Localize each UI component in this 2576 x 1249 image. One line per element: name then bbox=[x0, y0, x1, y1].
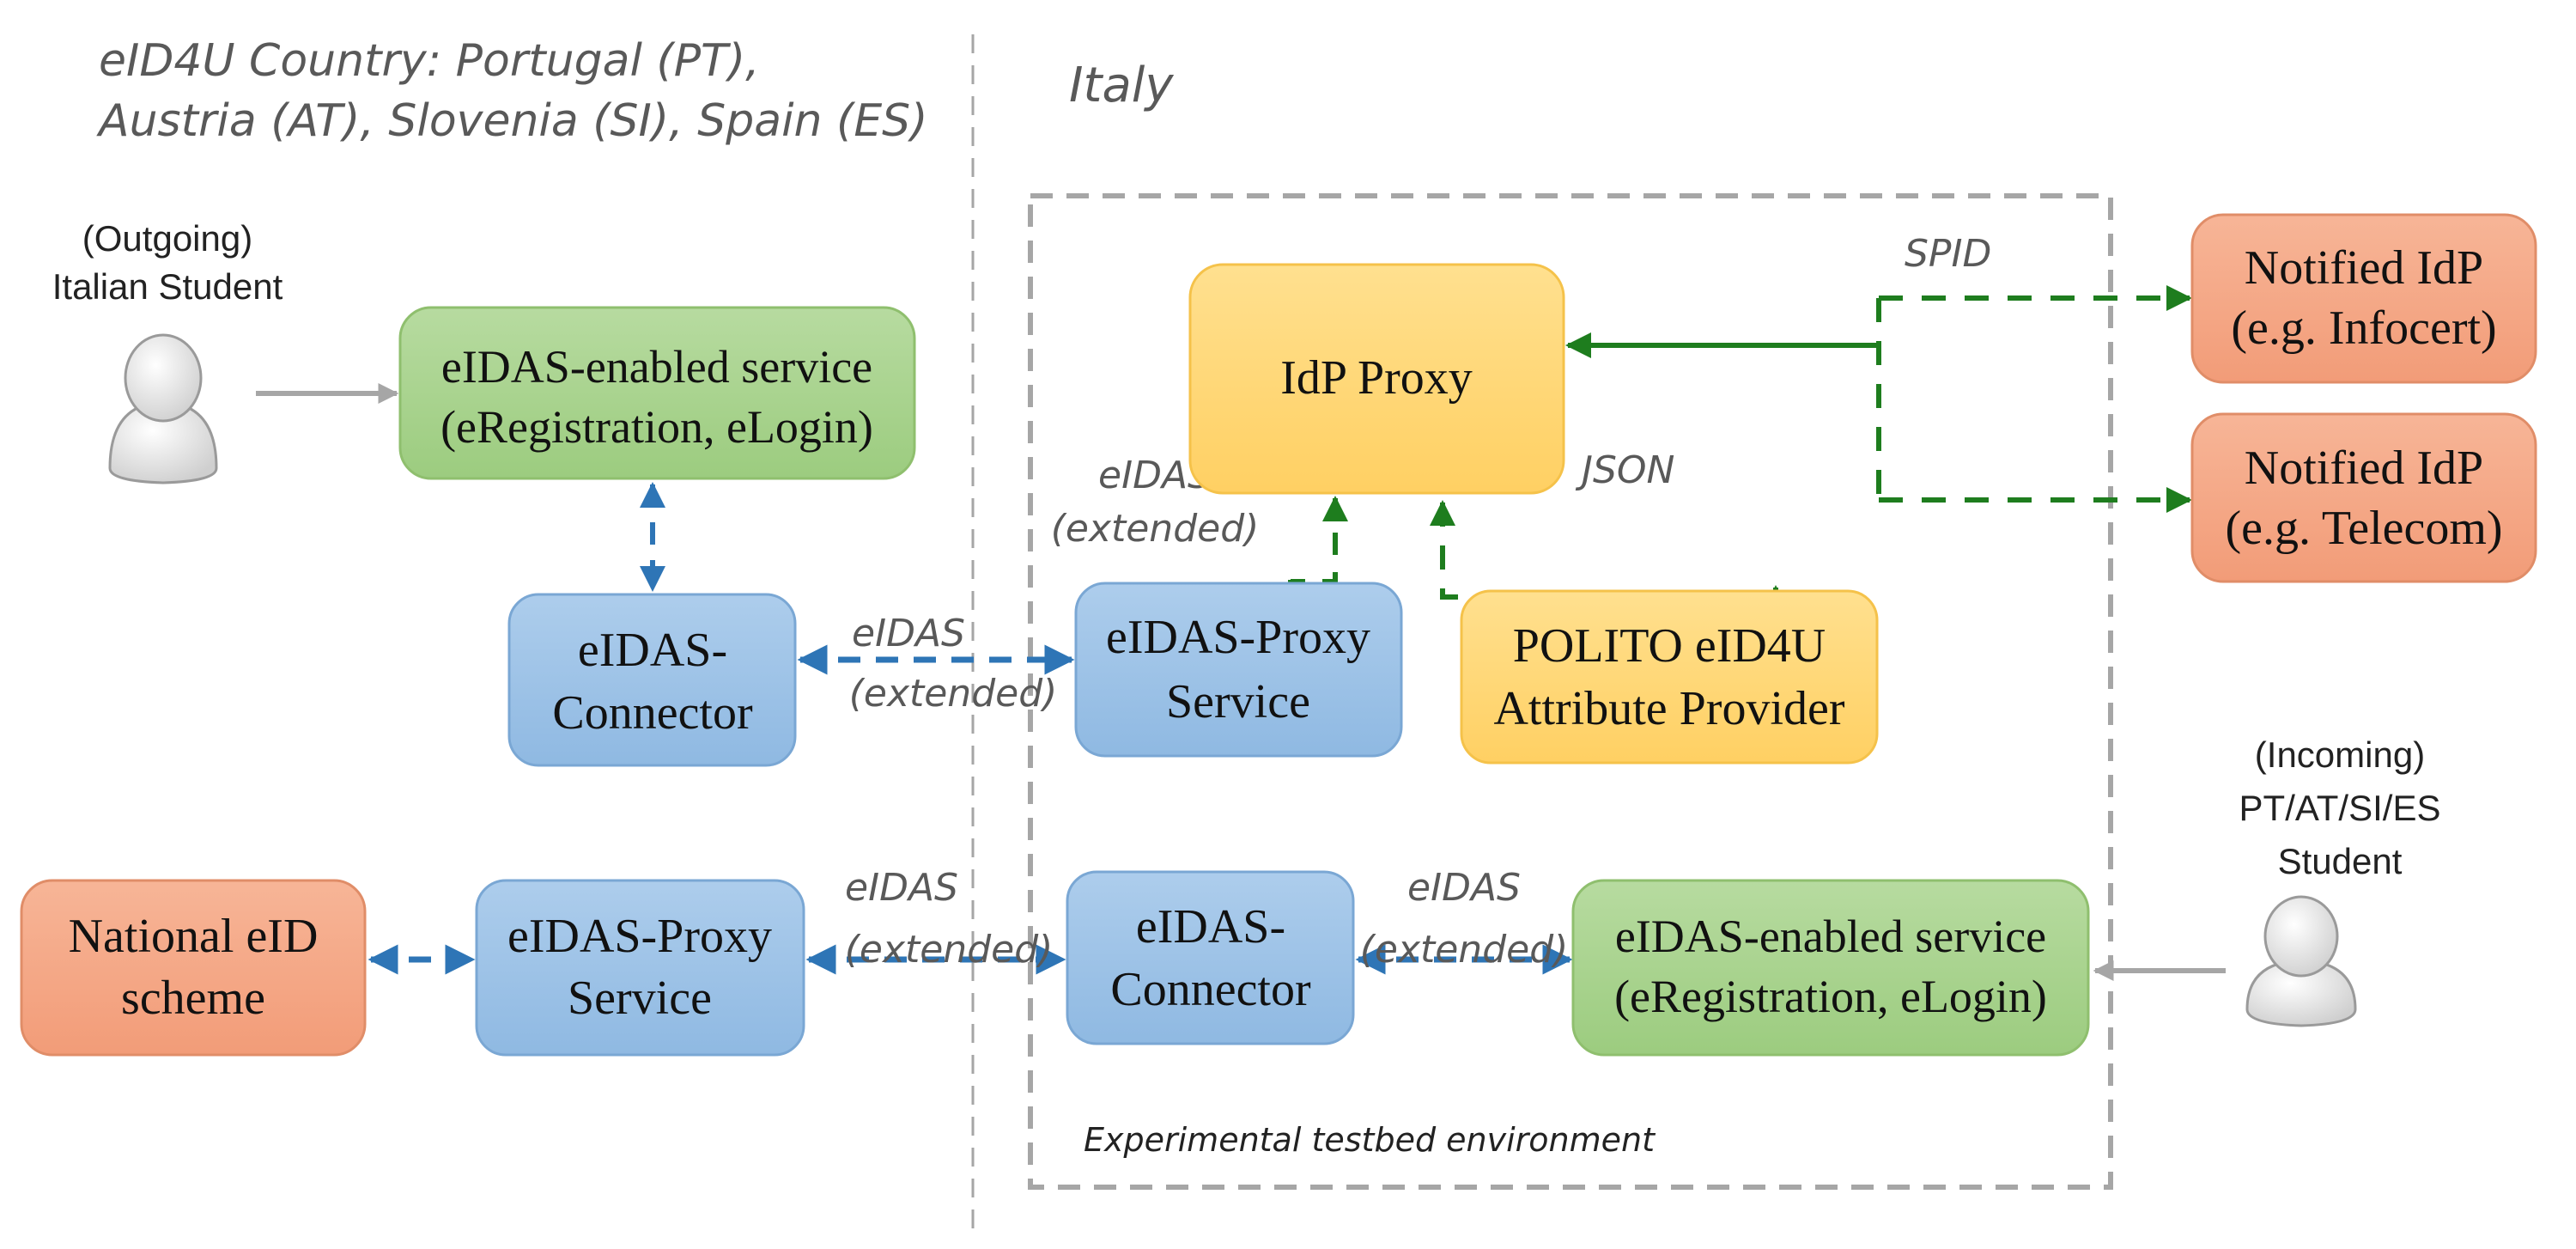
service-bottom-line1: eIDAS-enabled service bbox=[1615, 911, 2046, 962]
eidas-bottom-left-label-line1: eIDAS bbox=[845, 866, 958, 910]
proxy-service-top-line2: Service bbox=[1166, 675, 1310, 728]
idp-proxy-line1: IdP Proxy bbox=[1280, 351, 1473, 405]
proxy-service-top-line1: eIDAS-Proxy bbox=[1106, 611, 1370, 664]
proxy-service-bottom-line2: Service bbox=[568, 972, 712, 1025]
eidas-enabled-service-top-node[interactable]: eIDAS-enabled service (eRegistration, eL… bbox=[398, 306, 916, 480]
eid4u-country-label-line2: Austria (AT), Slovenia (SI), Spain (ES) bbox=[96, 95, 927, 147]
national-eid-scheme-node[interactable]: National eID scheme bbox=[20, 879, 367, 1057]
incoming-student-label-line3: Student bbox=[2278, 841, 2403, 881]
eidas-enabled-service-bottom-node[interactable]: eIDAS-enabled service (eRegistration, eL… bbox=[1571, 879, 2090, 1057]
polito-line2: Attribute Provider bbox=[1493, 682, 1844, 735]
eidas-idp-label-line2: (extended) bbox=[1051, 507, 1260, 551]
testbed-label: Experimental testbed environment bbox=[1084, 1121, 1656, 1159]
notified-infocert-line1: Notified IdP bbox=[2245, 241, 2483, 295]
eidas-top-label-line2: (extended) bbox=[849, 672, 1058, 716]
proxy-service-bottom-line1: eIDAS-Proxy bbox=[507, 910, 772, 963]
idp-proxy-eidas-dashed-edge bbox=[1288, 533, 1338, 584]
json-label: JSON bbox=[1575, 448, 1674, 492]
connector-top-line1: eIDAS- bbox=[578, 624, 727, 677]
eidas-bottom-right-label-line2: (extended) bbox=[1360, 928, 1569, 972]
italy-label: Italy bbox=[1069, 58, 1174, 113]
notified-telecom-line2: (e.g. Telecom) bbox=[2225, 502, 2502, 555]
service-top-line1: eIDAS-enabled service bbox=[441, 341, 872, 393]
outgoing-student-label-line2: Italian Student bbox=[52, 266, 283, 307]
eidas-proxy-service-top-node[interactable]: eIDAS-Proxy Service bbox=[1074, 582, 1403, 758]
national-eid-line1: National eID bbox=[69, 910, 319, 963]
service-top-line2: (eRegistration, eLogin) bbox=[440, 401, 873, 453]
connector-bottom-line2: Connector bbox=[1110, 963, 1311, 1016]
notified-idp-infocert-node[interactable]: Notified IdP (e.g. Infocert) bbox=[2190, 213, 2537, 384]
connector-top-line2: Connector bbox=[552, 686, 753, 740]
idp-proxy-to-polito-json-edge bbox=[1430, 500, 1789, 611]
eidas-proxy-service-bottom-node[interactable]: eIDAS-Proxy Service bbox=[475, 879, 805, 1057]
national-eid-line2: scheme bbox=[121, 972, 265, 1025]
polito-line1: POLITO eID4U bbox=[1513, 619, 1826, 673]
incoming-student-label-line2: PT/AT/SI/ES bbox=[2239, 788, 2441, 828]
eid4u-country-label-line1: eID4U Country: Portugal (PT), bbox=[99, 35, 760, 87]
eid4u-architecture-diagram: eID4U Country: Portugal (PT), Austria (A… bbox=[20, 34, 2537, 1237]
polito-attribute-provider-node[interactable]: POLITO eID4U Attribute Provider bbox=[1460, 589, 1879, 765]
incoming-student-label-line1: (Incoming) bbox=[2255, 734, 2425, 775]
notified-infocert-line2: (e.g. Infocert) bbox=[2231, 302, 2496, 355]
notified-telecom-line1: Notified IdP bbox=[2245, 442, 2483, 495]
notified-idp-telecom-node[interactable]: Notified IdP (e.g. Telecom) bbox=[2190, 412, 2537, 583]
outgoing-student-user-icon bbox=[108, 333, 218, 484]
connector-bottom-line1: eIDAS- bbox=[1136, 900, 1285, 954]
service-bottom-line2: (eRegistration, eLogin) bbox=[1614, 971, 2047, 1022]
incoming-student-user-icon bbox=[2245, 895, 2357, 1027]
outgoing-student-label-line1: (Outgoing) bbox=[82, 218, 252, 259]
idp-proxy-node[interactable]: IdP Proxy bbox=[1188, 263, 1565, 495]
eidas-connector-bottom-node[interactable]: eIDAS- Connector bbox=[1066, 870, 1355, 1045]
eidas-bottom-left-label-line2: (extended) bbox=[845, 928, 1054, 972]
eidas-top-label-line1: eIDAS bbox=[852, 612, 965, 655]
eidas-connector-top-node[interactable]: eIDAS- Connector bbox=[507, 593, 797, 767]
eidas-bottom-right-label-line1: eIDAS bbox=[1407, 866, 1521, 910]
spid-label: SPID bbox=[1905, 232, 1991, 276]
